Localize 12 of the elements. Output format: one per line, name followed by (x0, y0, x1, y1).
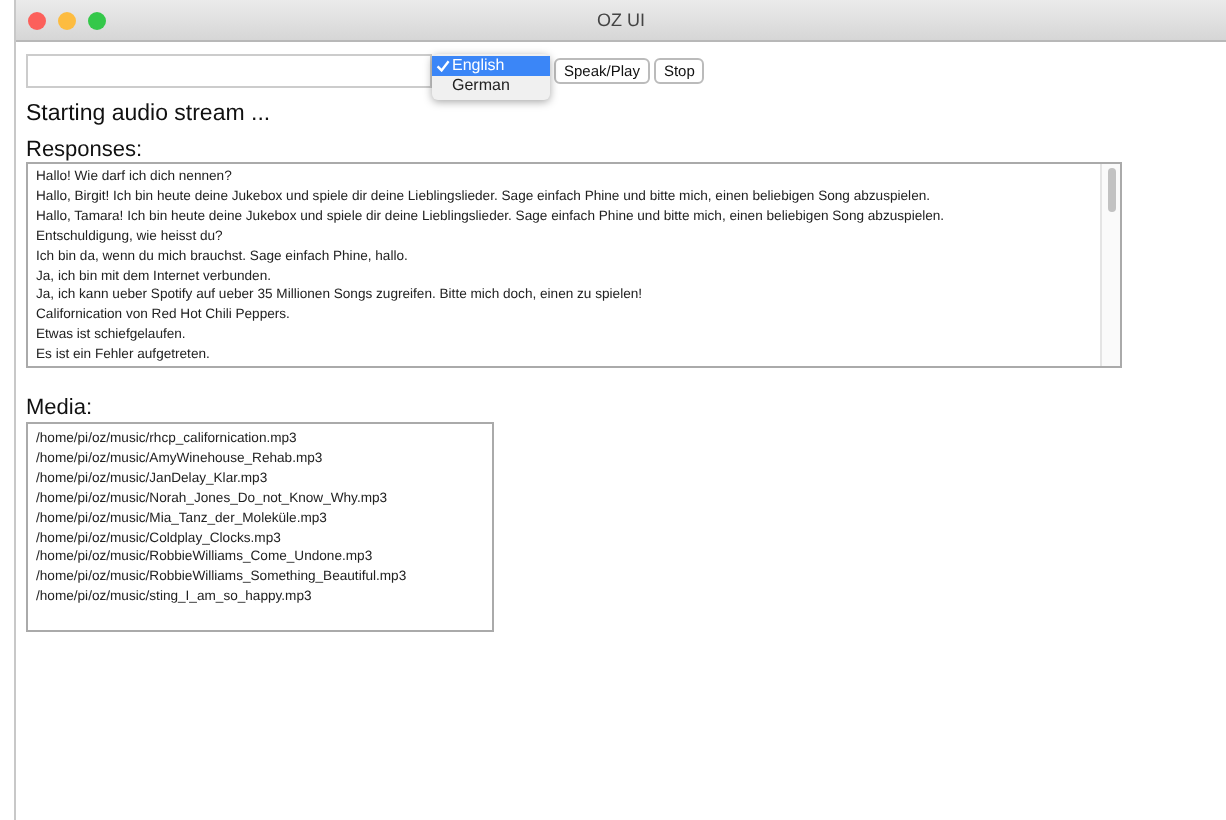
menu-item[interactable]: English (432, 56, 550, 76)
zoom-icon[interactable] (88, 12, 106, 30)
minimize-icon[interactable] (58, 12, 76, 30)
text-input[interactable] (26, 54, 432, 88)
status-text: Starting audio stream ... (26, 102, 273, 126)
checkmark-icon (435, 60, 449, 72)
window-title: OZ UI (597, 10, 645, 30)
close-icon[interactable] (28, 12, 46, 30)
scrollbar[interactable] (1100, 164, 1120, 366)
responses-label: Responses: (26, 138, 145, 162)
media-label: Media: (26, 396, 95, 420)
menu-item[interactable]: German (432, 76, 550, 96)
